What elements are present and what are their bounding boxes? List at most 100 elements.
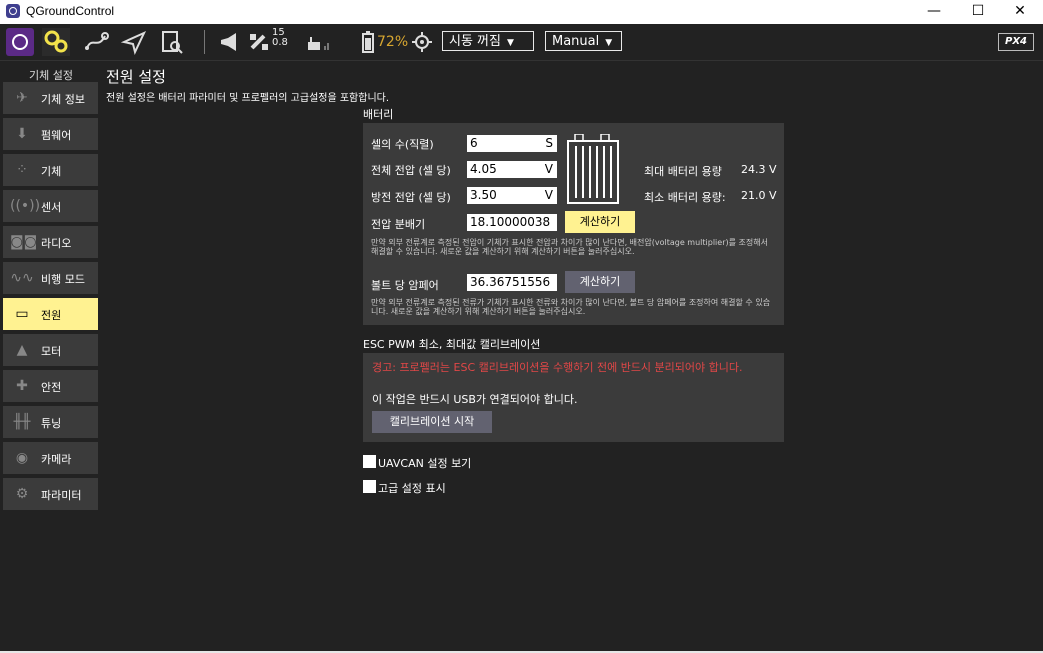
camera-icon: ◉ [15, 450, 29, 466]
sensor-icon: ((•)) [10, 198, 41, 214]
safety-icon: ✚ [16, 378, 28, 394]
plan-view-icon[interactable] [82, 28, 110, 56]
plane-icon: ✈ [16, 90, 28, 106]
fly-view-icon[interactable] [120, 28, 148, 56]
flight-modes-icon: ∿∿ [10, 270, 34, 286]
esc-calibration-start-button[interactable]: 캘리브레이션 시작 [372, 411, 492, 433]
sidebar-item-label: 비행 모드 [41, 273, 85, 286]
flight-mode-dropdown[interactable]: Manual ▼ [545, 31, 622, 51]
sidebar-item-radio[interactable]: ◙◙ 라디오 [3, 226, 98, 258]
amps-per-volt-note: 만약 외부 전류계로 측정된 전류가 기체가 표시한 전류와 차이가 많이 난다… [371, 298, 771, 316]
main-toolbar: 15 0.8 72% 시동 꺼짐 ▼ Manual ▼ PX4 [0, 24, 1043, 61]
max-capacity-value: 24.3 V [741, 163, 777, 176]
voltage-divider-calculate-button[interactable]: 계산하기 [565, 211, 635, 233]
sidebar-item-label: 모터 [41, 345, 62, 358]
px4-logo: PX4 [998, 33, 1034, 51]
vehicle-setup-icon[interactable] [42, 28, 70, 56]
arm-status-dropdown[interactable]: 시동 꺼짐 ▼ [442, 31, 534, 51]
gps-count: 15 0.8 [272, 28, 288, 48]
arm-status-label: 시동 꺼짐 [449, 34, 501, 49]
gps-satellite-icon[interactable] [246, 28, 274, 56]
voltage-divider-label: 전압 분배기 [371, 218, 426, 231]
esc-warning: 경고: 프로펠러는 ESC 캘리브레이션을 수행하기 전에 반드시 분리되어야 … [372, 361, 743, 374]
sidebar-item-firmware[interactable]: ⬇ 펌웨어 [3, 118, 98, 150]
window-titlebar: QGroundControl — ☐ ✕ [0, 0, 1043, 24]
sidebar-item-flight-modes[interactable]: ∿∿ 비행 모드 [3, 262, 98, 294]
qgc-home-icon[interactable] [6, 28, 34, 56]
sidebar-item-tuning[interactable]: ╫╫ 튜닝 [3, 406, 98, 438]
uavcan-label: UAVCAN 설정 보기 [378, 457, 472, 470]
chevron-down-icon: ▼ [506, 38, 514, 48]
maximize-button[interactable]: ☐ [955, 0, 1001, 24]
sidebar-item-label: 센서 [41, 201, 62, 214]
amps-per-volt-value: 36.36751556 [470, 275, 551, 289]
battery-graphic-icon [567, 133, 619, 204]
empty-voltage-input[interactable]: 3.50 V [467, 187, 557, 204]
voltage-divider-note: 만약 외부 전류계로 측정된 전압이 기체가 표시한 전압과 차이가 많이 난다… [371, 238, 768, 256]
cells-input[interactable]: 6 S [467, 135, 557, 152]
full-voltage-input[interactable]: 4.05 V [467, 161, 557, 178]
motor-icon: ▲ [16, 342, 28, 358]
voltage-divider-value: 18.10000038 [470, 215, 551, 229]
gps-target-icon[interactable] [408, 28, 436, 56]
close-button[interactable]: ✕ [997, 0, 1043, 24]
voltage-divider-input[interactable]: 18.10000038 [467, 214, 557, 231]
battery-section-title: 배터리 [363, 108, 394, 121]
sidebar-item-camera[interactable]: ◉ 카메라 [3, 442, 98, 474]
sidebar-item-sensors[interactable]: ((•)) 센서 [3, 190, 98, 222]
sidebar-item-label: 기체 정보 [41, 93, 85, 106]
esc-usb-note: 이 작업은 반드시 USB가 연결되어야 합니다. [372, 393, 578, 406]
max-capacity-label: 최대 배터리 용량 [644, 165, 722, 178]
cells-value: 6 [470, 136, 478, 150]
full-voltage-value: 4.05 [470, 162, 497, 176]
rc-rssi-icon[interactable] [304, 28, 332, 56]
analyze-view-icon[interactable] [158, 28, 186, 56]
page-description: 전원 설정은 배터리 파라미터 및 프로펠러의 고급설정을 포함합니다. [106, 93, 390, 104]
firmware-icon: ⬇ [16, 126, 28, 142]
parameters-icon: ⚙ [15, 486, 29, 502]
advanced-settings-checkbox[interactable] [363, 480, 376, 493]
min-capacity-label: 최소 배터리 용량: [644, 191, 726, 204]
radio-icon: ◙◙ [10, 234, 38, 250]
advanced-settings-label: 고급 설정 표시 [378, 482, 446, 495]
amps-per-volt-input[interactable]: 36.36751556 [467, 274, 557, 291]
sidebar-item-label: 전원 [41, 309, 62, 322]
sidebar-item-safety[interactable]: ✚ 안전 [3, 370, 98, 402]
sidebar-item-label: 안전 [41, 381, 62, 394]
flight-mode-label: Manual [552, 34, 600, 49]
sidebar-item-label: 라디오 [41, 237, 72, 250]
sidebar-item-label: 카메라 [41, 453, 72, 466]
empty-voltage-label: 방전 전압 (셀 당) [371, 191, 451, 204]
cells-unit: S [545, 136, 553, 150]
toolbar-divider [204, 30, 205, 54]
sidebar-item-summary[interactable]: ✈ 기체 정보 [3, 82, 98, 114]
sidebar-item-motors[interactable]: ▲ 모터 [3, 334, 98, 366]
amps-per-volt-calculate-button[interactable]: 계산하기 [565, 271, 635, 293]
minimize-button[interactable]: — [911, 0, 957, 24]
empty-voltage-value: 3.50 [470, 188, 497, 202]
chevron-down-icon: ▼ [605, 38, 613, 48]
page-title: 전원 설정 [106, 68, 166, 86]
uavcan-checkbox[interactable] [363, 455, 376, 468]
tuning-icon: ╫╫ [13, 414, 31, 430]
sidebar-title: 기체 설정 [29, 69, 73, 82]
power-icon: ▭ [15, 306, 29, 322]
sidebar-item-label: 튜닝 [41, 417, 62, 430]
amps-per-volt-label: 볼트 당 암페어 [371, 279, 439, 292]
messages-icon[interactable] [216, 28, 244, 56]
sidebar-item-label: 기체 [41, 165, 62, 178]
window-title: QGroundControl [26, 4, 115, 18]
airframe-icon: ⁘ [16, 162, 28, 178]
sidebar-item-parameters[interactable]: ⚙ 파라미터 [3, 478, 98, 510]
app-icon [6, 4, 20, 18]
esc-section-title: ESC PWM 최소, 최대값 캘리브레이션 [363, 338, 541, 351]
sidebar-item-label: 펌웨어 [41, 129, 72, 142]
sidebar-item-label: 파라미터 [41, 489, 82, 502]
sidebar-item-airframe[interactable]: ⁘ 기체 [3, 154, 98, 186]
min-capacity-value: 21.0 V [741, 189, 777, 202]
empty-voltage-unit: V [544, 188, 553, 202]
sidebar-item-power[interactable]: ▭ 전원 [3, 298, 98, 330]
gps-hdop: 0.8 [272, 37, 288, 48]
full-voltage-unit: V [544, 162, 553, 176]
cells-label: 셀의 수(직렬) [371, 138, 434, 151]
